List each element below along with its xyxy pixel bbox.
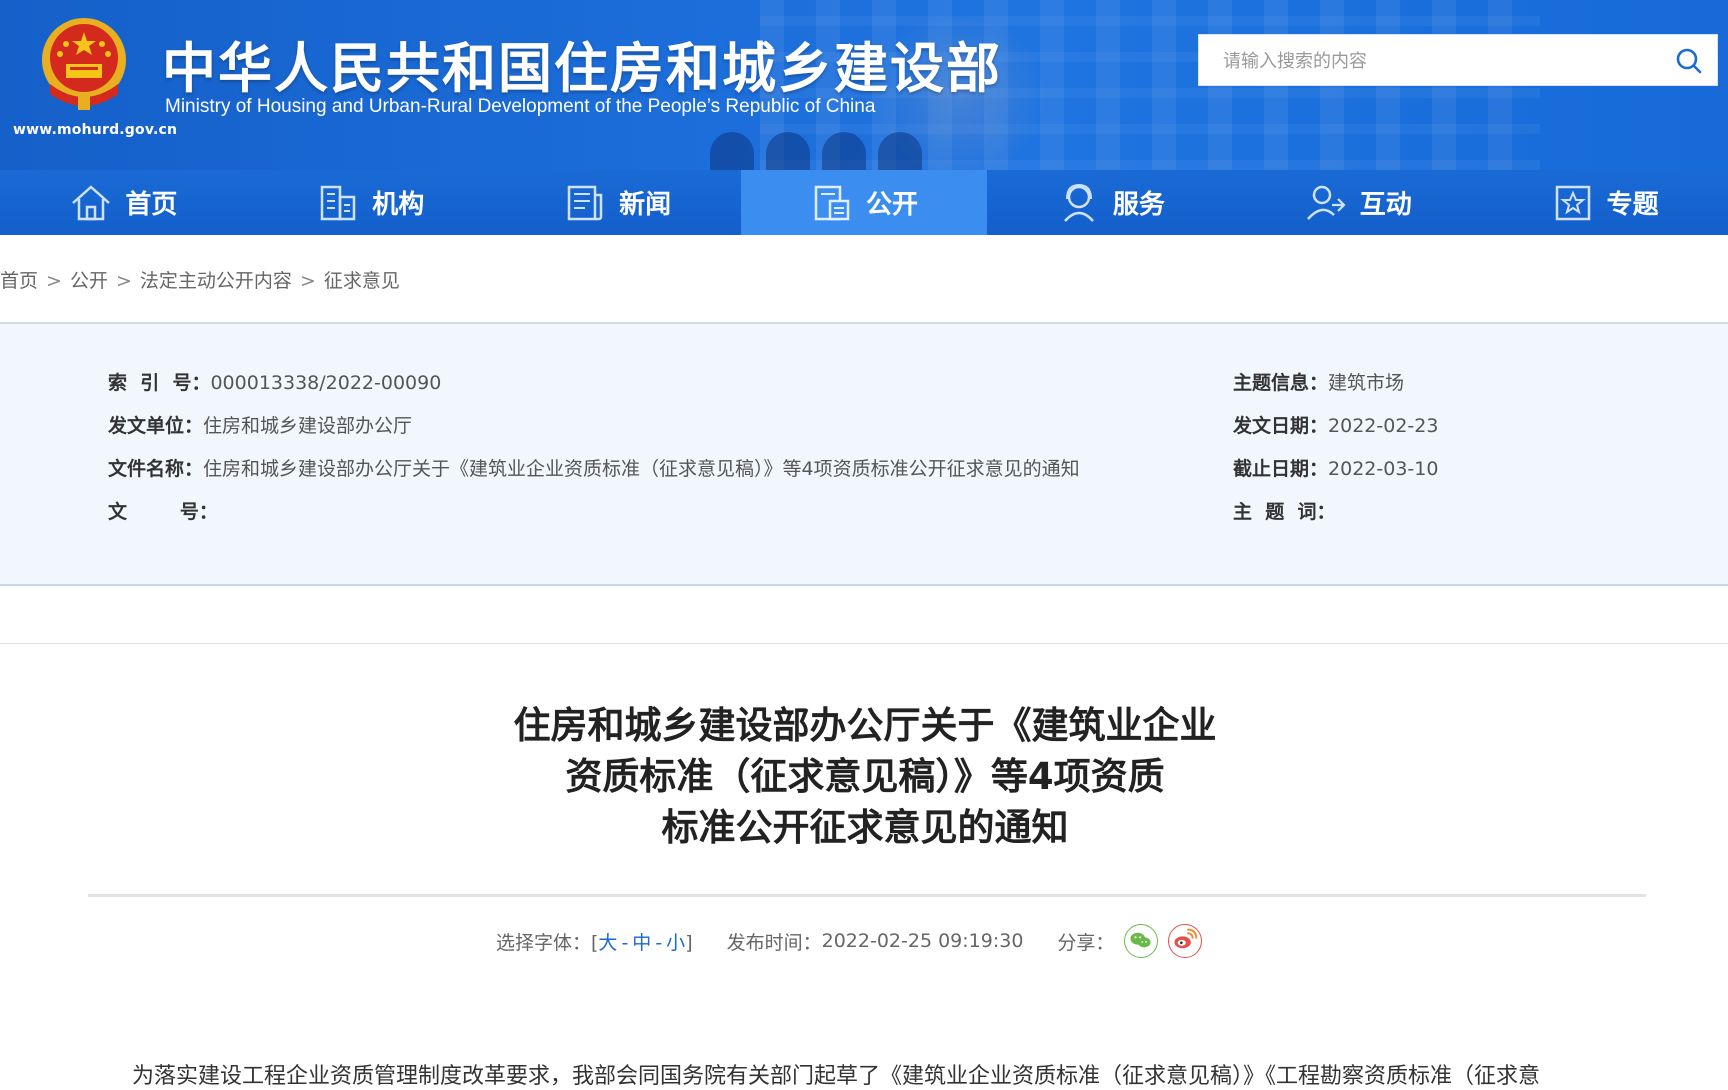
info-docno-row: 文 号： — [108, 497, 218, 524]
site-subtitle: Ministry of Housing and Urban-Rural Deve… — [165, 96, 876, 117]
breadcrumb-disclosure[interactable]: 公开 — [70, 270, 108, 292]
nav-item-service[interactable]: 服务 — [987, 170, 1234, 235]
main-nav: 首页 机构 新闻 公开 服务 互动 专题 — [0, 170, 1728, 235]
info-docno-label: 文 号： — [108, 501, 218, 523]
header-background-arches — [700, 126, 922, 170]
font-select-label: 选择字体：[ — [496, 931, 599, 954]
breadcrumb-consultation[interactable]: 征求意见 — [324, 270, 400, 292]
nav-item-home[interactable]: 首页 — [0, 170, 247, 235]
breadcrumb-statutory[interactable]: 法定主动公开内容 — [140, 270, 292, 292]
info-filename-label: 文件名称： — [108, 458, 204, 480]
info-topic-row: 主题信息：建筑市场 — [1233, 368, 1404, 395]
weibo-share-icon[interactable] — [1168, 924, 1203, 958]
font-select-close: ] — [685, 931, 693, 954]
wechat-icon — [1130, 932, 1151, 948]
site-url: www.mohurd.gov.cn — [13, 122, 178, 138]
search-input[interactable] — [1221, 35, 1645, 87]
info-keywords-row: 主 题 词： — [1233, 497, 1335, 524]
info-issuer-row: 发文单位：住房和城乡建设部办公厅 — [108, 411, 412, 438]
news-icon — [567, 185, 603, 220]
article-title: 住房和城乡建设部办公厅关于《建筑业企业 资质标准（征求意见稿）》等4项资质 标准… — [430, 700, 1300, 853]
document-info-panel: 索 引 号：000013338/2022-00090 发文单位：住房和城乡建设部… — [0, 324, 1728, 586]
site-title: 中华人民共和国住房和城乡建设部 — [162, 37, 1002, 100]
divider — [0, 643, 1728, 644]
article-title-line: 资质标准（征求意见稿）》等4项资质 — [565, 755, 1165, 798]
info-date-value: 2022-02-23 — [1328, 415, 1439, 437]
article-meta: 选择字体：[大 - 中 - 小] 发布时间： 2022-02-25 09:19:30 分享… — [496, 924, 1203, 958]
nav-item-organization[interactable]: 机构 — [247, 170, 494, 235]
nav-item-label: 首页 — [125, 190, 178, 220]
nav-item-news[interactable]: 新闻 — [494, 170, 741, 235]
search-icon[interactable] — [1675, 47, 1703, 75]
service-icon — [1063, 183, 1094, 222]
topic-icon — [1555, 185, 1590, 220]
publish-time-value: 2022-02-25 09:19:30 — [821, 930, 1024, 952]
nav-item-label: 机构 — [372, 190, 425, 220]
breadcrumb: 首页 > 公开 > 法定主动公开内容 > 征求意见 — [0, 266, 400, 293]
article-title-line: 住房和城乡建设部办公厅关于《建筑业企业 — [513, 704, 1217, 747]
breadcrumb-home[interactable]: 首页 — [0, 270, 38, 292]
font-medium-link[interactable]: 中 — [632, 932, 651, 954]
nav-item-topics[interactable]: 专题 — [1481, 170, 1728, 235]
nav-item-label: 新闻 — [619, 190, 672, 220]
national-emblem-icon — [42, 18, 126, 110]
font-separator: - — [621, 931, 629, 954]
info-date-label: 发文日期： — [1233, 415, 1329, 437]
breadcrumb-separator: > — [299, 270, 316, 292]
home-icon — [72, 184, 111, 220]
nav-item-label: 互动 — [1359, 190, 1412, 220]
info-deadline-label: 截止日期： — [1233, 458, 1329, 480]
info-filename-row: 文件名称：住房和城乡建设部办公厅关于《建筑业企业资质标准（征求意见稿）》等4项资… — [108, 454, 1080, 481]
title-divider — [88, 894, 1646, 897]
info-deadline-row: 截止日期：2022-03-10 — [1233, 454, 1438, 481]
breadcrumb-separator: > — [115, 270, 132, 292]
disclosure-icon — [814, 185, 850, 220]
info-index-row: 索 引 号：000013338/2022-00090 — [108, 368, 441, 395]
article-title-line: 标准公开征求意见的通知 — [661, 806, 1069, 849]
info-issuer-value: 住房和城乡建设部办公厅 — [203, 415, 413, 437]
article-body-first-line: 为落实建设工程企业资质管理制度改革要求，我部会同国务院有关部门起草了《建筑业企业… — [132, 1064, 1541, 1089]
font-separator: - — [655, 931, 663, 954]
info-deadline-value: 2022-03-10 — [1328, 458, 1439, 480]
nav-item-interaction[interactable]: 互动 — [1234, 170, 1481, 235]
nav-item-disclosure[interactable]: 公开 — [740, 170, 988, 235]
font-size-selector: 选择字体：[大 - 中 - 小] — [496, 928, 693, 955]
info-index-label: 索 引 号： — [108, 372, 211, 394]
site-header: www.mohurd.gov.cn 中华人民共和国住房和城乡建设部 Minist… — [0, 0, 1728, 170]
info-keywords-label: 主 题 词： — [1233, 501, 1336, 523]
interaction-icon — [1306, 185, 1346, 220]
info-topic-value: 建筑市场 — [1328, 372, 1405, 394]
font-small-link[interactable]: 小 — [666, 932, 685, 954]
publish-time-label: 发布时间： — [726, 931, 822, 954]
info-index-value: 000013338/2022-00090 — [210, 372, 442, 394]
share-label: 分享： — [1057, 931, 1115, 954]
nav-item-label: 公开 — [866, 190, 919, 220]
info-issuer-label: 发文单位： — [108, 415, 204, 437]
search-box — [1198, 34, 1718, 87]
info-topic-label: 主题信息： — [1233, 372, 1329, 394]
font-large-link[interactable]: 大 — [598, 932, 617, 954]
weibo-icon — [1174, 928, 1198, 949]
wechat-share-icon[interactable] — [1124, 924, 1159, 958]
nav-item-label: 服务 — [1112, 190, 1165, 220]
building-icon — [321, 185, 356, 220]
info-filename-value: 住房和城乡建设部办公厅关于《建筑业企业资质标准（征求意见稿）》等4项资质标准公开… — [203, 458, 1080, 480]
info-date-row: 发文日期：2022-02-23 — [1233, 411, 1438, 438]
nav-item-label: 专题 — [1606, 190, 1659, 220]
breadcrumb-separator: > — [46, 270, 62, 292]
